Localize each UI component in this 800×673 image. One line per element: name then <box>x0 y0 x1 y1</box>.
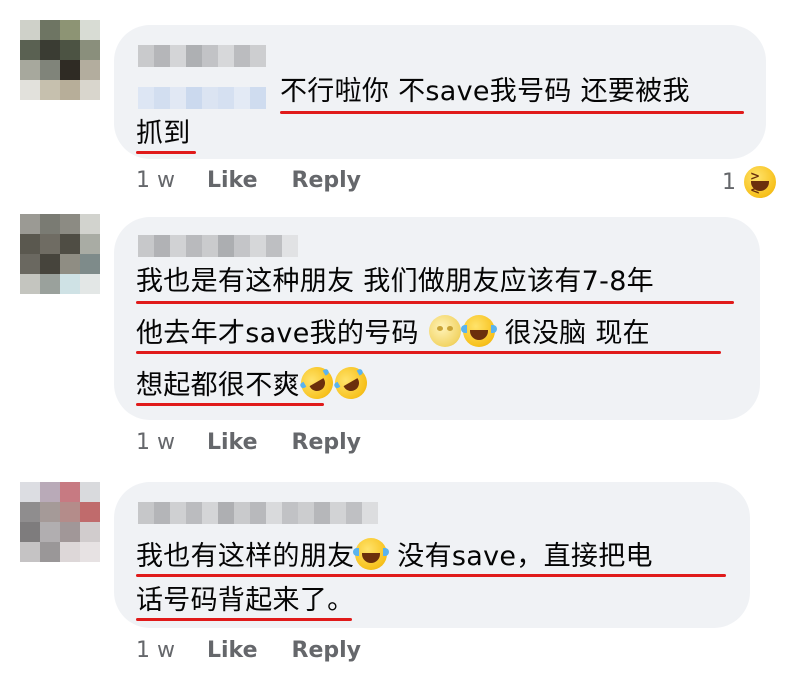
avatar[interactable] <box>20 214 100 294</box>
rofl-icon <box>328 361 373 405</box>
comment-text-segment: 我也有这样的朋友 <box>136 541 355 572</box>
reaction-summary[interactable]: 1 <box>722 164 778 200</box>
joy-icon <box>353 538 390 570</box>
comment-text-line: 抓到 <box>136 118 191 149</box>
squinting-laugh-icon <box>742 164 778 200</box>
highlight-underline <box>136 403 324 406</box>
author-name-redacted[interactable] <box>138 235 298 257</box>
comment-bubble: 我也是有这种朋友 我们做朋友应该有7-8年 他去年才save我的号码 很没脑 现… <box>114 217 760 420</box>
author-name-redacted[interactable] <box>138 45 266 67</box>
comment-bubble: 不行啦你 不save我号码 还要被我 抓到 <box>114 25 766 159</box>
highlight-underline <box>136 351 721 354</box>
comment-text-segment: 没有save，直接把电 <box>388 541 653 572</box>
comment-actions: 1 w Like Reply <box>136 168 395 193</box>
rofl-icon <box>294 361 339 405</box>
comment-text-line: 我也是有这种朋友 我们做朋友应该有7-8年 <box>136 266 654 297</box>
like-button[interactable]: Like <box>207 638 258 663</box>
comment-text-segment: 很没脑 现在 <box>495 318 650 349</box>
timestamp[interactable]: 1 w <box>136 638 175 663</box>
highlight-underline <box>136 151 196 154</box>
highlight-underline <box>280 111 744 114</box>
reply-button[interactable]: Reply <box>292 638 362 663</box>
moon-face-icon <box>428 315 461 347</box>
name-redaction-bar <box>138 87 266 109</box>
avatar[interactable] <box>20 20 100 100</box>
reply-button[interactable]: Reply <box>292 168 362 193</box>
comment-text-segment: 他去年才save我的号码 <box>136 318 428 349</box>
comment-text-segment: 想起都很不爽 <box>136 370 300 401</box>
author-name-redacted[interactable] <box>138 502 378 524</box>
timestamp[interactable]: 1 w <box>136 430 175 455</box>
highlight-underline <box>136 574 726 577</box>
comment-text-line: 话号码背起来了。 <box>136 585 355 616</box>
reaction-count: 1 <box>722 169 736 195</box>
comment-text-line: 不行啦你 不save我号码 还要被我 <box>280 76 690 107</box>
comment-actions: 1 w Like Reply <box>136 430 395 455</box>
highlight-underline <box>136 618 352 621</box>
reply-button[interactable]: Reply <box>292 430 362 455</box>
like-button[interactable]: Like <box>207 168 258 193</box>
joy-icon <box>460 315 497 347</box>
highlight-underline <box>136 301 734 304</box>
comment-actions: 1 w Like Reply <box>136 638 395 663</box>
comment-text-line: 我也有这样的朋友 没有save，直接把电 <box>136 538 653 574</box>
comment-bubble: 我也有这样的朋友 没有save，直接把电 话号码背起来了。 <box>114 482 750 628</box>
like-button[interactable]: Like <box>207 430 258 455</box>
comment-text-line: 想起都很不爽 <box>136 361 373 405</box>
avatar[interactable] <box>20 482 100 562</box>
comment-text-line: 他去年才save我的号码 很没脑 现在 <box>136 315 650 351</box>
timestamp[interactable]: 1 w <box>136 168 175 193</box>
